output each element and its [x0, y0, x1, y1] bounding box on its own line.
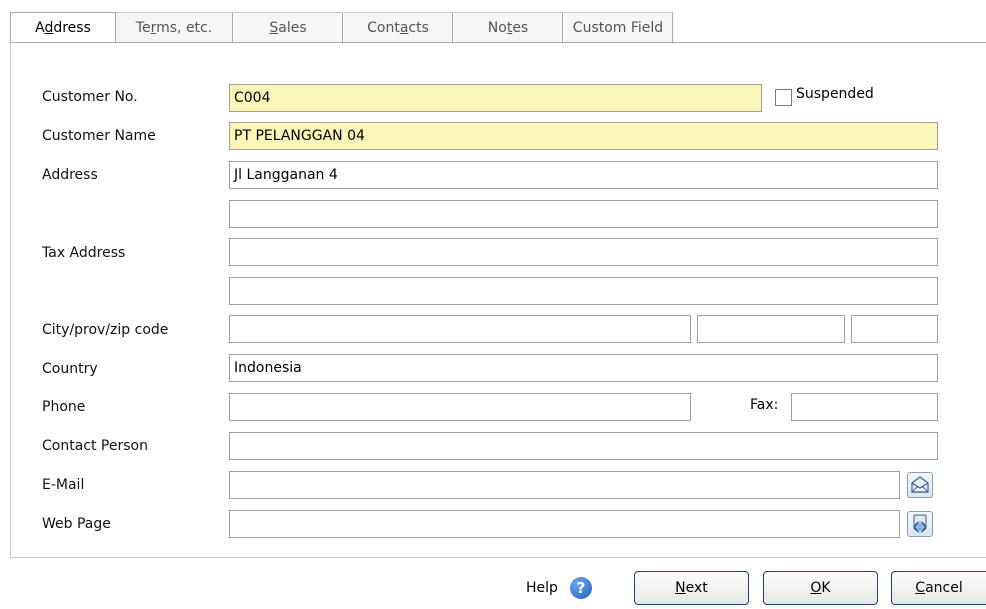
- tab-label: es: [512, 20, 529, 36]
- suspended-checkbox[interactable]: [775, 89, 792, 106]
- web-page-field[interactable]: [229, 510, 900, 538]
- tax-address-line1-field[interactable]: [229, 238, 938, 266]
- next-label: ext: [685, 580, 708, 596]
- phone-field[interactable]: [229, 393, 691, 421]
- tab-terms[interactable]: Terms, etc.: [116, 12, 233, 43]
- web-page-label: Web Page: [42, 516, 111, 532]
- address-line2-field[interactable]: [229, 200, 938, 228]
- phone-label: Phone: [42, 399, 86, 415]
- zip-code-field[interactable]: [851, 315, 938, 343]
- send-email-button[interactable]: [907, 472, 933, 498]
- tab-mnemonic: d: [44, 20, 54, 36]
- fax-field[interactable]: [791, 393, 938, 421]
- suspended-label: Suspended: [796, 86, 874, 102]
- cancel-label: ancel: [925, 580, 963, 596]
- tab-label: Cont: [367, 20, 400, 36]
- address-line1-field[interactable]: Jl Langganan 4: [229, 161, 938, 189]
- ok-button[interactable]: OK: [763, 571, 878, 605]
- tab-bar: Address Terms, etc. Sales Contacts Notes…: [0, 0, 986, 44]
- tab-label: Te: [135, 20, 151, 36]
- tab-label: dress: [53, 20, 91, 36]
- address-label: Address: [42, 167, 98, 183]
- contact-person-label: Contact Person: [42, 438, 148, 454]
- open-web-page-button[interactable]: [907, 511, 933, 537]
- tab-contacts[interactable]: Contacts: [344, 12, 453, 43]
- tab-label: ales: [278, 20, 307, 36]
- email-label: E-Mail: [42, 477, 85, 493]
- tab-label: No: [487, 20, 507, 36]
- customer-no-label: Customer No.: [42, 89, 138, 105]
- province-field[interactable]: [697, 315, 845, 343]
- tab-strip: Address Terms, etc. Sales Contacts Notes…: [10, 12, 986, 44]
- city-field[interactable]: [229, 315, 691, 343]
- cancel-button[interactable]: Cancel: [891, 571, 986, 605]
- email-field[interactable]: [229, 471, 900, 499]
- tab-label: ms, etc.: [156, 20, 213, 36]
- tab-label: Custom Field: [572, 20, 664, 36]
- city-prov-zip-label: City/prov/zip code: [42, 322, 169, 338]
- next-button[interactable]: Next: [634, 571, 749, 605]
- tab-notes[interactable]: Notes: [454, 12, 563, 43]
- next-mnemonic: N: [675, 580, 686, 596]
- tab-custom-field[interactable]: Custom Field: [564, 12, 673, 43]
- tax-address-label: Tax Address: [42, 245, 126, 261]
- customer-name-label: Customer Name: [42, 128, 156, 144]
- tab-mnemonic: S: [269, 20, 279, 36]
- tax-address-line2-field[interactable]: [229, 277, 938, 305]
- ok-label: K: [821, 580, 831, 596]
- ok-mnemonic: O: [810, 580, 822, 596]
- customer-name-field[interactable]: PT PELANGGAN 04: [229, 122, 938, 150]
- contact-person-field[interactable]: [229, 432, 938, 460]
- envelope-icon: [911, 476, 929, 493]
- tab-sales[interactable]: Sales: [234, 12, 343, 43]
- tab-address[interactable]: Address: [10, 12, 116, 44]
- country-label: Country: [42, 361, 98, 377]
- help-label[interactable]: Help: [526, 580, 558, 596]
- customer-no-field[interactable]: C004: [229, 84, 762, 112]
- help-icon[interactable]: ?: [570, 577, 592, 599]
- fax-label: Fax:: [750, 397, 779, 413]
- globe-icon: [913, 514, 927, 533]
- tab-label: cts: [408, 20, 429, 36]
- country-field[interactable]: Indonesia: [229, 354, 938, 382]
- cancel-mnemonic: C: [915, 580, 926, 596]
